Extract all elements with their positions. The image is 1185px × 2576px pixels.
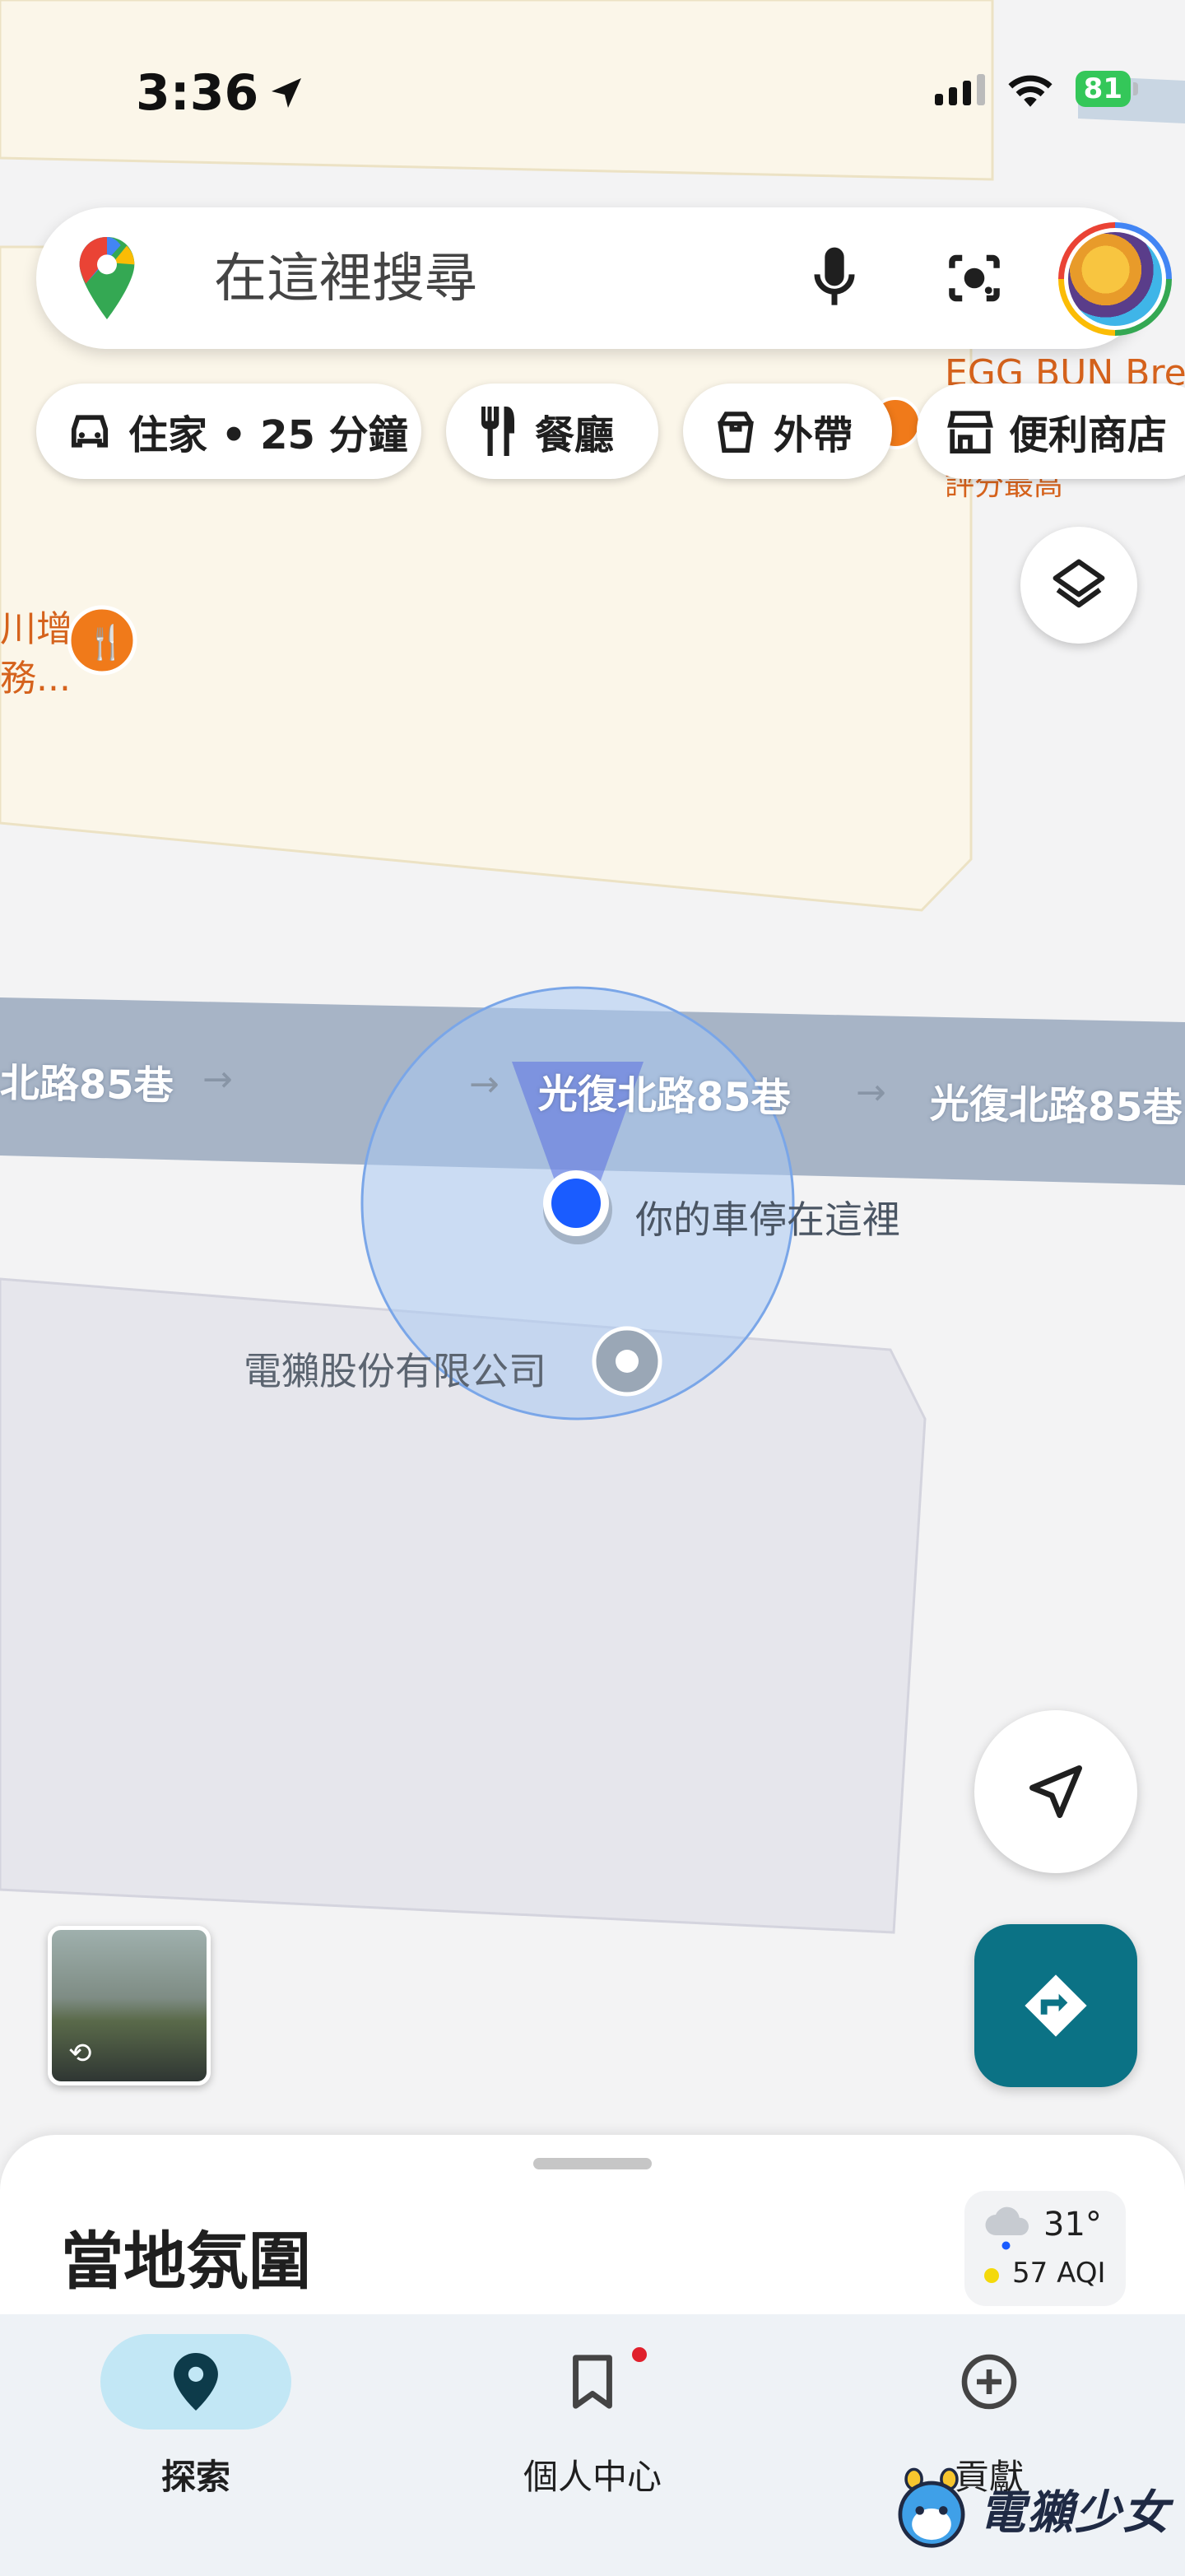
street-view-thumbnail[interactable]: ⟲: [48, 1926, 211, 2085]
weather-aqi: 57 AQI: [1012, 2257, 1106, 2290]
watermark-text: 電獺少女: [979, 2485, 1170, 2540]
directions-button[interactable]: [974, 1924, 1137, 2087]
wifi-icon: [1008, 75, 1053, 107]
layers-icon: [1053, 559, 1105, 608]
svg-text:→: →: [469, 1063, 500, 1105]
chip-restaurants[interactable]: 餐廳: [446, 384, 658, 479]
status-time-text: 3:36: [136, 64, 259, 122]
account-avatar-button[interactable]: [1058, 222, 1172, 336]
watermark: 電獺少女: [892, 2467, 1170, 2550]
chip-home-label: 住家 • 25 分鐘: [128, 412, 408, 458]
location-arrow-icon: [272, 78, 302, 108]
street-label-left: 北路85巷: [0, 1060, 174, 1109]
otter-mascot-logo: [898, 2467, 965, 2548]
notification-badge: [629, 2344, 650, 2365]
lens-search-button[interactable]: [936, 240, 1012, 316]
chip-takeout-label: 外帶: [774, 412, 853, 458]
poi-label-left-line2[interactable]: 務...: [0, 649, 71, 701]
avatar-frame: [1064, 228, 1166, 330]
store-icon: [947, 411, 993, 453]
street-label-right: 光復北路85巷: [929, 1081, 1183, 1132]
sheet-drag-handle[interactable]: [533, 2158, 652, 2169]
rotate-360-icon: ⟲: [68, 2037, 92, 2070]
nav-tab-contribute-icon-wrap: [894, 2334, 1085, 2430]
explore-bottom-sheet[interactable]: 當地氛圍 31° 57 AQI: [0, 2135, 1185, 2316]
cloud-rain-icon: [985, 2206, 1029, 2250]
battery-level: 81: [1083, 72, 1122, 105]
status-time: 3:36: [136, 64, 306, 122]
google-maps-pin-icon: [79, 237, 135, 319]
svg-text:🍴: 🍴: [86, 623, 127, 662]
chip-takeout[interactable]: 外帶: [683, 384, 892, 479]
nav-tab-profile[interactable]: 個人中心: [469, 2326, 716, 2523]
search-input[interactable]: [214, 250, 774, 308]
map-layers-button[interactable]: [1020, 527, 1137, 644]
microphone-icon: [814, 247, 855, 305]
chip-restaurants-label: 餐廳: [535, 412, 615, 458]
poi-label-left-line1[interactable]: 川增: [0, 599, 72, 652]
nav-tab-explore[interactable]: 探索: [72, 2326, 319, 2523]
avatar: [1068, 232, 1162, 326]
chip-convenience-store[interactable]: 便利商店: [917, 384, 1185, 479]
svg-text:→: →: [856, 1072, 886, 1114]
voice-search-button[interactable]: [797, 240, 872, 316]
weather-widget[interactable]: 31° 57 AQI: [964, 2191, 1126, 2306]
camera-lens-icon: [949, 254, 1000, 302]
restaurant-icon: [481, 407, 514, 456]
chip-home[interactable]: 住家 • 25 分鐘: [36, 384, 421, 479]
location-pin-icon: [174, 2353, 218, 2411]
nav-tab-profile-label: 個人中心: [523, 2457, 662, 2497]
recenter-location-button[interactable]: [974, 1710, 1137, 1873]
cellular-signal-icon: [934, 72, 985, 105]
takeout-icon: [718, 412, 754, 453]
directions-icon: [1025, 1974, 1087, 2037]
battery-indicator: 81: [1075, 71, 1139, 107]
nav-tab-profile-icon-wrap: [497, 2334, 688, 2430]
navigation-arrow-icon: [1029, 1765, 1082, 1818]
status-indicators: 81: [934, 71, 1139, 107]
nav-tab-explore-highlight: [100, 2334, 291, 2430]
street-label-center: 光復北路85巷: [537, 1071, 792, 1122]
company-label[interactable]: 電獺股份有限公司: [244, 1341, 546, 1396]
aqi-indicator-icon: [984, 2268, 999, 2283]
nav-tab-explore-label: 探索: [160, 2457, 230, 2497]
sheet-title: 當地氛圍: [61, 2225, 311, 2298]
car-icon: [71, 415, 109, 448]
parked-car-label[interactable]: 你的車停在這裡: [635, 1190, 900, 1244]
chip-convenience-store-label: 便利商店: [1009, 412, 1168, 458]
add-circle-icon: [961, 2354, 1017, 2410]
weather-temperature: 31°: [1043, 2206, 1102, 2244]
bookmark-icon: [573, 2355, 612, 2409]
search-bar[interactable]: [36, 207, 1172, 349]
svg-text:→: →: [202, 1058, 233, 1100]
